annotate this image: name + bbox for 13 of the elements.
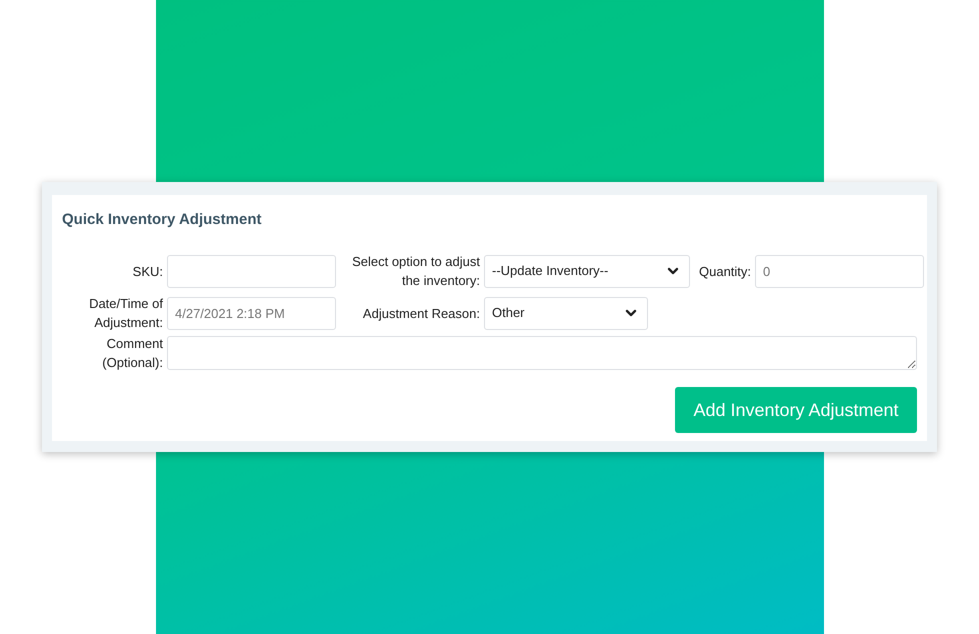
form-title: Quick Inventory Adjustment — [62, 210, 262, 230]
quantity-label: Quantity: — [699, 262, 752, 280]
dropdown-field[interactable]: Other — [484, 296, 648, 330]
dropdown-field[interactable]: --Update Inventory-- — [484, 254, 690, 288]
adjustment-reason-label: Adjustment Reason: — [362, 304, 480, 322]
comment-label: Comment (Optional): — [101, 335, 163, 372]
sku-label: SKU: — [132, 262, 163, 280]
sku-field[interactable] — [167, 254, 336, 288]
comment-field[interactable] — [167, 336, 917, 370]
inventory-option-label: Select option to adjust the inventory: — [351, 253, 480, 290]
date-time-label: Date/Time of Adjustment: — [88, 295, 163, 332]
quantity-field[interactable]: 0 — [755, 254, 924, 288]
date-time-field[interactable]: 4/27/2021 2:18 PM — [167, 296, 336, 330]
